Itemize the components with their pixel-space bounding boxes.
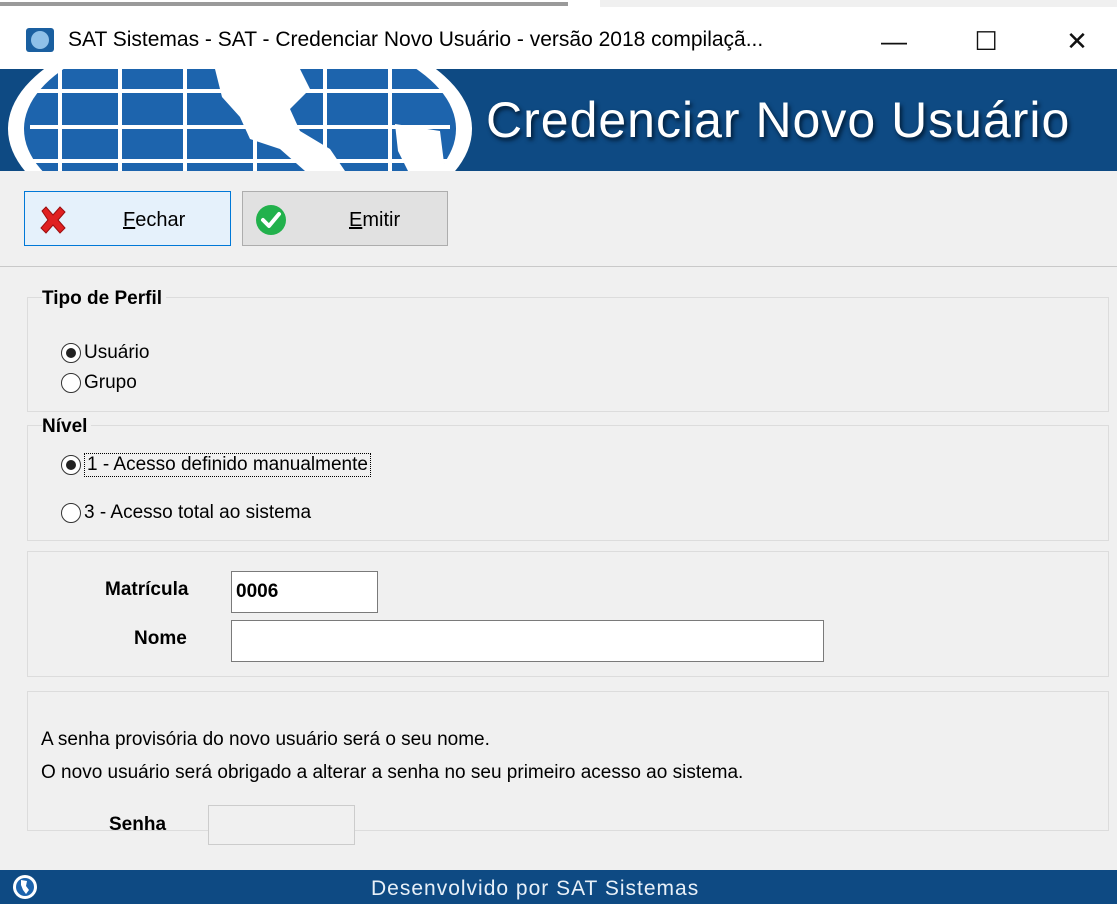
radio-nivel-3[interactable]: 3 - Acesso total ao sistema [61,502,311,524]
user-form-group: Matrícula 0006 Nome [27,551,1109,677]
tipo-perfil-group: Tipo de Perfil Usuário Grupo [27,288,1109,412]
radio-nivel-3-label: 3 - Acesso total ao sistema [84,502,312,523]
radio-nivel-1-indicator [61,455,81,475]
radio-nivel-3-indicator [61,503,81,523]
senha-group: A senha provisória do novo usuário será … [27,691,1109,845]
fechar-button[interactable]: Fechar [24,191,231,246]
senha-info-line-1: A senha provisória do novo usuário será … [41,729,490,750]
close-x-icon [40,206,66,234]
radio-usuario-indicator [61,343,81,363]
emitir-label: Emitir [349,209,401,231]
tipo-perfil-title: Tipo de Perfil [42,288,167,310]
matricula-input[interactable]: 0006 [231,571,378,613]
toolbar: Fechar Emitir [0,171,1117,267]
globe-icon [13,875,37,899]
app-logo-icon [26,28,54,52]
maximize-button[interactable]: ☐ [966,25,1006,57]
close-window-button[interactable]: ✕ [1057,25,1097,57]
minimize-button[interactable]: — [874,25,914,57]
senha-label: Senha [109,814,167,835]
globe-icon [8,69,472,171]
footer-bar: Desenvolvido por SAT Sistemas [0,870,1117,904]
banner-title: Credenciar Novo Usuário [486,92,1071,148]
nivel-title: Nível [42,416,92,438]
emitir-button[interactable]: Emitir [242,191,448,246]
top-edge-strip [0,0,600,7]
radio-nivel-1[interactable]: 1 - Acesso definido manualmente [61,453,371,477]
footer-credit: Desenvolvido por SAT Sistemas [371,877,700,900]
window-title: SAT Sistemas - SAT - Credenciar Novo Usu… [68,28,764,51]
radio-grupo-label: Grupo [84,372,137,393]
nome-label: Nome [134,628,187,649]
fechar-label: Fechar [123,209,186,231]
window-titlebar[interactable]: SAT Sistemas - SAT - Credenciar Novo Usu… [0,7,1117,69]
radio-usuario[interactable]: Usuário [61,342,149,364]
radio-grupo-indicator [61,373,81,393]
radio-grupo[interactable]: Grupo [61,372,137,394]
senha-input [208,805,355,845]
nome-input[interactable] [231,620,824,662]
senha-info-line-2: O novo usuário será obrigado a alterar a… [41,762,744,783]
matricula-label: Matrícula [105,579,189,600]
radio-nivel-1-label: 1 - Acesso definido manualmente [84,453,371,477]
nivel-group: Nível 1 - Acesso definido manualmente 3 … [27,416,1109,541]
check-circle-icon [256,205,286,235]
header-banner: Credenciar Novo Usuário [0,69,1117,171]
radio-usuario-label: Usuário [84,342,150,363]
